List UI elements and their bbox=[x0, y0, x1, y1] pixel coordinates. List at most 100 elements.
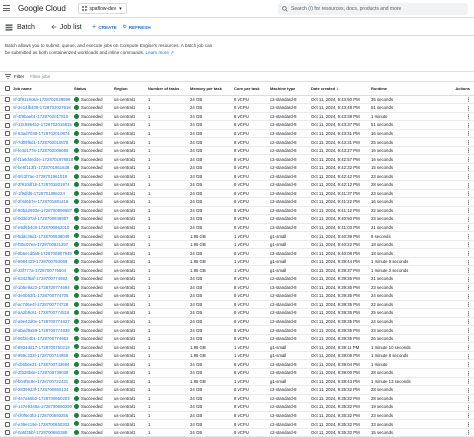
row-checkbox[interactable] bbox=[5, 259, 10, 265]
table-row[interactable]: nf-2fb28b6e-1728700739038 Succeeded us-cen… bbox=[0, 368, 474, 378]
table-row[interactable]: nf-3e0b53f1-1728700774705 Succeeded us-cen… bbox=[0, 291, 474, 301]
table-row[interactable]: nf-be6f113f1-1728701951638 Succeeded us-ce… bbox=[0, 163, 474, 173]
more-vert-icon[interactable] bbox=[468, 216, 469, 222]
row-checkbox[interactable] bbox=[5, 225, 10, 231]
create-button[interactable]: ＋ CREATE bbox=[92, 24, 117, 30]
filter-input[interactable]: Filter jobs bbox=[30, 74, 50, 79]
table-row[interactable]: nf-5fc2f7ae-1728701961018 Succeeded us-cen… bbox=[0, 171, 474, 181]
table-row[interactable]: nf-3f9118c6a-1728702029599 Succeeded us-ce… bbox=[0, 95, 474, 105]
table-row[interactable]: nf-80ba2693e-1728700899587 Succeeded us-ce… bbox=[0, 206, 474, 216]
table-row[interactable]: nf-b04f9c8e-1728700722431 Succeeded us-cen… bbox=[0, 377, 474, 387]
more-vert-icon[interactable] bbox=[468, 114, 469, 120]
more-vert-icon[interactable] bbox=[468, 285, 469, 291]
more-vert-icon[interactable] bbox=[468, 199, 469, 205]
row-checkbox[interactable] bbox=[5, 421, 10, 427]
job-name-link[interactable]: nf-2fb28b6e-1728700739038 bbox=[12, 368, 73, 378]
row-checkbox[interactable] bbox=[5, 387, 10, 393]
more-vert-icon[interactable] bbox=[468, 319, 469, 325]
job-name-link[interactable]: nf-2f910df15-1728701931974 bbox=[12, 180, 73, 190]
row-checkbox[interactable] bbox=[5, 370, 10, 376]
row-checkbox[interactable] bbox=[5, 379, 10, 385]
more-vert-icon[interactable] bbox=[468, 242, 469, 248]
column-header[interactable]: Number of tasks bbox=[147, 83, 189, 96]
table-row[interactable]: nf-f3bc07ea-1728700821297 Succeeded us-cen… bbox=[0, 240, 474, 250]
table-row[interactable]: nf-abed9a59-1728700774939 Succeeded us-cen… bbox=[0, 325, 474, 335]
job-name-link[interactable]: nf-f3bc07ea-1728700821297 bbox=[12, 240, 73, 250]
job-name-link[interactable]: nf-999c333f-1728700744859 bbox=[12, 351, 73, 361]
job-name-link[interactable]: nf-1f9dfd6-1728701896224 bbox=[12, 189, 73, 199]
table-row[interactable]: nf-5ddc36d1-1728700838049 Succeeded us-cen… bbox=[0, 231, 474, 241]
more-vert-icon[interactable] bbox=[468, 302, 469, 308]
more-vert-icon[interactable] bbox=[468, 268, 469, 274]
table-row[interactable]: nf-7d09f6d1-1728702010878 Succeeded us-cen… bbox=[0, 137, 474, 147]
table-row[interactable]: nf-2e14fb408-1728702027618 Succeeded us-ce… bbox=[0, 103, 474, 113]
project-picker[interactable]: spaflow-dev ▾ bbox=[78, 3, 127, 14]
job-name-link[interactable]: nf-be6f113f1-1728701951638 bbox=[12, 163, 73, 173]
table-row[interactable]: nf-2839923f-1728700650134 Succeeded us-cen… bbox=[0, 385, 474, 395]
row-checkbox[interactable] bbox=[5, 327, 10, 333]
column-header[interactable]: Status bbox=[73, 83, 113, 96]
row-checkbox[interactable] bbox=[5, 396, 10, 402]
more-vert-icon[interactable] bbox=[468, 421, 469, 427]
job-name-link[interactable]: nf-2839923f-1728700650134 bbox=[12, 385, 73, 395]
more-vert-icon[interactable] bbox=[468, 165, 469, 171]
row-checkbox[interactable] bbox=[5, 336, 10, 342]
row-checkbox[interactable] bbox=[5, 165, 10, 171]
job-name-link[interactable]: nf-4f9baeb1-1728702017815 bbox=[12, 112, 73, 122]
more-vert-icon[interactable] bbox=[468, 430, 469, 436]
more-vert-icon[interactable] bbox=[468, 105, 469, 111]
column-header[interactable]: Job name bbox=[12, 83, 73, 96]
job-name-link[interactable]: nf-ac7d6e4f-1728700774728 bbox=[12, 300, 73, 310]
row-checkbox[interactable] bbox=[5, 362, 10, 368]
table-row[interactable]: nf-53ad7038-1728702010874 Succeeded us-cen… bbox=[0, 129, 474, 139]
job-name-link[interactable]: nf-4e7a65b2-1728700650203 bbox=[12, 394, 73, 404]
more-vert-icon[interactable] bbox=[468, 139, 469, 145]
table-row[interactable]: nf-13c5964b2-1728702016815 Succeeded us-ce… bbox=[0, 120, 474, 130]
more-vert-icon[interactable] bbox=[468, 396, 469, 402]
column-header[interactable]: Runtime bbox=[370, 83, 440, 96]
row-checkbox[interactable] bbox=[5, 242, 10, 248]
row-checkbox[interactable] bbox=[5, 413, 10, 419]
more-vert-icon[interactable] bbox=[468, 387, 469, 393]
more-vert-icon[interactable] bbox=[468, 404, 469, 410]
job-name-link[interactable]: nf-cf0f6e3fd-1728700650256 bbox=[12, 411, 73, 421]
row-checkbox[interactable] bbox=[5, 344, 10, 350]
more-vert-icon[interactable] bbox=[468, 379, 469, 385]
job-name-link[interactable]: nf-3e0b53f1-1728700774705 bbox=[12, 291, 73, 301]
table-row[interactable]: nf-cf0f6e3fd-1728700650256 Succeeded us-ce… bbox=[0, 411, 474, 421]
job-name-link[interactable]: nf-abed9a59-1728700774939 bbox=[12, 325, 73, 335]
table-row[interactable]: nf-a9e42d0e-1728700774827 Succeeded us-cen… bbox=[0, 317, 474, 327]
more-vert-icon[interactable] bbox=[468, 259, 469, 265]
job-name-link[interactable]: nf-e9d6b4c8-1728700862010 bbox=[12, 223, 73, 233]
job-name-link[interactable]: nf-13c5964b2-1728702016815 bbox=[12, 120, 73, 130]
job-name-link[interactable]: nf-1b5e9a22-1728700774694 bbox=[12, 283, 73, 293]
google-cloud-logo[interactable]: Google Cloud bbox=[18, 4, 66, 13]
job-name-link[interactable]: nf-aa2b9c61-1728700774816 bbox=[12, 308, 73, 318]
job-name-link[interactable]: nf-0a5f25bf-1728700650388 bbox=[12, 428, 73, 437]
table-row[interactable]: nf-0a5f25bf-1728700650388 Succeeded us-cen… bbox=[0, 428, 474, 437]
table-row[interactable]: nf-1f9dfd6-1728701896224 Succeeded us-cent… bbox=[0, 189, 474, 199]
row-checkbox[interactable] bbox=[5, 199, 10, 205]
job-name-link[interactable]: nf-0d3d37af-1728700849957 bbox=[12, 214, 73, 224]
more-vert-icon[interactable] bbox=[468, 97, 469, 103]
row-checkbox[interactable] bbox=[5, 302, 10, 308]
job-name-link[interactable]: nf-cb5b6e21-1728700743694 bbox=[12, 359, 73, 369]
column-header[interactable]: Memory per task bbox=[189, 83, 233, 96]
row-checkbox[interactable] bbox=[5, 233, 10, 239]
row-checkbox[interactable] bbox=[5, 293, 10, 299]
table-row[interactable]: nf-23f777a-1728700776504 Succeeded us-cent… bbox=[0, 265, 474, 275]
table-row[interactable]: nf-aa2b9c61-1728700774816 Succeeded us-cen… bbox=[0, 308, 474, 318]
job-name-link[interactable]: nf-2e14fb408-1728702027618 bbox=[12, 103, 73, 113]
row-checkbox[interactable] bbox=[5, 276, 10, 282]
more-vert-icon[interactable] bbox=[468, 250, 469, 256]
table-row[interactable]: nf-999c333f-1728700744859 Succeeded us-cen… bbox=[0, 351, 474, 361]
refresh-button[interactable]: ↻ REFRESH bbox=[123, 24, 151, 30]
job-name-link[interactable]: nf-53ad7038-1728702010874 bbox=[12, 129, 73, 139]
filter-bar[interactable]: Filter Filter jobs bbox=[0, 71, 474, 82]
more-vert-icon[interactable] bbox=[468, 413, 469, 419]
job-name-link[interactable]: nf-96f2e4b1-1728700774953 bbox=[12, 334, 73, 344]
job-name-link[interactable]: nf-5ddc36d1-1728700838049 bbox=[12, 231, 73, 241]
job-name-link[interactable]: nf-9964429-1728700783069 bbox=[12, 257, 73, 267]
row-checkbox[interactable] bbox=[5, 404, 10, 410]
column-header[interactable]: Core per task bbox=[233, 83, 269, 96]
